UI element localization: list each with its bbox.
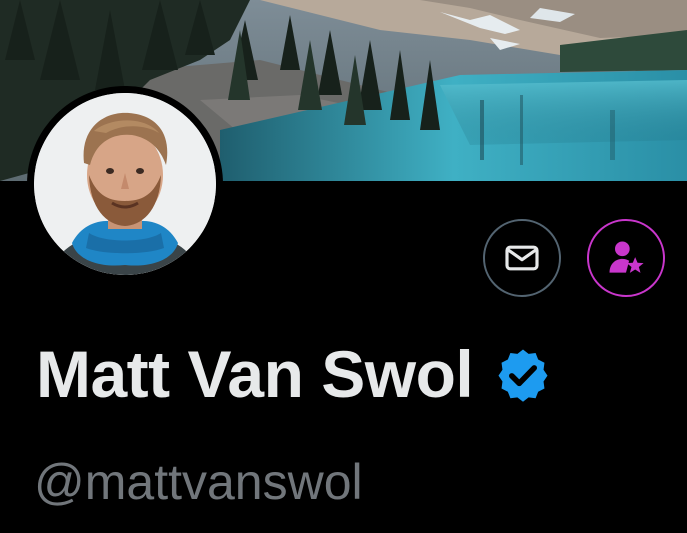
envelope-icon	[505, 245, 539, 271]
display-name-row: Matt Van Swol	[36, 334, 551, 414]
person-star-icon	[609, 241, 644, 273]
username-handle: @mattvanswol	[34, 454, 363, 510]
display-name: Matt Van Swol	[36, 337, 474, 411]
avatar-portrait	[34, 93, 216, 275]
message-button[interactable]	[483, 219, 561, 297]
profile-page: Matt Van Swol @mattvanswol	[0, 0, 687, 533]
profile-avatar[interactable]	[27, 86, 223, 282]
avatar-photo	[34, 93, 216, 275]
subscribe-button[interactable]	[587, 219, 665, 297]
verified-badge-icon[interactable]	[495, 346, 551, 402]
